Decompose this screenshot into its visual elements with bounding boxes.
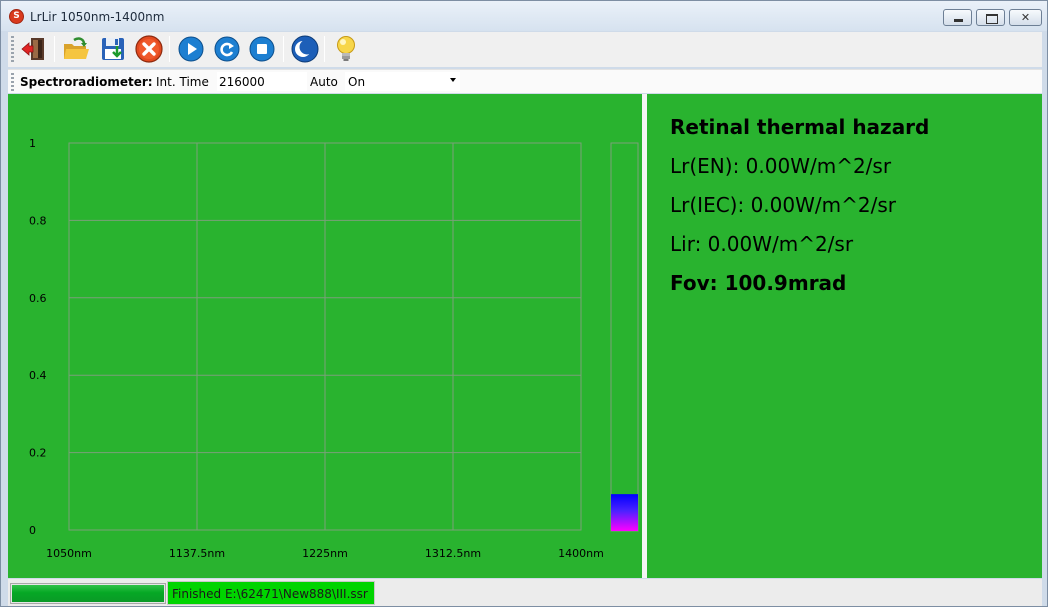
auto-select-value: On [348, 75, 366, 89]
save-button[interactable] [97, 33, 129, 65]
refresh-icon [214, 36, 240, 62]
int-time-label: Int. Time [156, 75, 209, 89]
toolbar-grip[interactable] [11, 73, 14, 91]
save-disk-icon [102, 38, 124, 60]
toolbar-separator [54, 36, 55, 62]
exit-door-icon [21, 38, 44, 60]
toolbar-grip[interactable] [11, 36, 14, 62]
x-tick-label: 1050nm [46, 547, 92, 560]
y-tick-label: 0.2 [29, 447, 47, 460]
minimize-button[interactable] [943, 9, 972, 26]
open-folder-icon [64, 37, 89, 59]
spectroradiometer-bar: Spectroradiometer: Int. Time Auto On [8, 69, 1042, 93]
play-button[interactable] [175, 33, 207, 65]
spectroradiometer-label: Spectroradiometer: [20, 75, 153, 89]
auto-select[interactable]: On [345, 72, 460, 91]
y-tick-label: 0.6 [29, 292, 47, 305]
lr-iec-value: Lr(IEC): 0.00W/m^2/sr [670, 193, 896, 217]
dropdown-arrow-icon [450, 78, 456, 82]
dark-mode-button[interactable] [289, 33, 321, 65]
status-message: Finished E:\62471\New888\III.ssr [167, 581, 375, 605]
window-title: LrLir 1050nm-1400nm [30, 10, 165, 24]
auto-label: Auto [310, 75, 338, 89]
spectrum-chart: 0 0.2 0.4 0.6 0.8 1 1050nm 1137.5nm 1225nm 1312.… [29, 137, 639, 560]
x-tick-label: 1137.5nm [169, 547, 225, 560]
stop-button[interactable] [246, 33, 278, 65]
app-window: S LrLir 1050nm-1400nm ✕ Spectroradiomete… [0, 0, 1048, 607]
open-button[interactable] [60, 33, 92, 65]
x-axis-ticks: 1050nm 1137.5nm 1225nm 1312.5nm 1400nm [46, 547, 604, 560]
cancel-button[interactable] [133, 33, 165, 65]
exit-button[interactable] [18, 33, 50, 65]
x-tick-label: 1312.5nm [425, 547, 481, 560]
y-tick-label: 0 [29, 524, 36, 537]
minimize-icon [944, 10, 971, 25]
lir-value: Lir: 0.00W/m^2/sr [670, 232, 854, 256]
toolbar-separator [169, 36, 170, 62]
refresh-button[interactable] [211, 33, 243, 65]
progress-bar [10, 583, 166, 604]
maximize-icon [977, 10, 1004, 25]
y-tick-label: 0.8 [29, 214, 47, 227]
color-bar-frame [610, 142, 639, 532]
chart-grid [68, 142, 582, 531]
close-button[interactable]: ✕ [1009, 9, 1042, 26]
fov-value: Fov: 100.9mrad [670, 271, 847, 295]
toolbar-separator [283, 36, 284, 62]
color-bar-level [611, 494, 638, 531]
y-tick-label: 1 [29, 137, 36, 150]
lr-en-value: Lr(EN): 0.00W/m^2/sr [670, 154, 892, 178]
dark-mode-moon-icon [291, 35, 319, 63]
progress-bar-fill [12, 585, 164, 602]
status-bar: Finished E:\62471\New888\III.ssr [8, 579, 1042, 606]
spectrum-chart-panel[interactable]: 0 0.2 0.4 0.6 0.8 1 1050nm 1137.5nm 1225nm 1312.… [8, 94, 642, 578]
toolbar-separator [324, 36, 325, 62]
hazard-info-panel: Retinal thermal hazard Lr(EN): 0.00W/m^2… [647, 94, 1042, 578]
hazard-title: Retinal thermal hazard [670, 115, 930, 139]
y-tick-label: 0.4 [29, 369, 47, 382]
x-tick-label: 1225nm [302, 547, 348, 560]
play-icon [178, 36, 204, 62]
stop-red-x-icon [135, 35, 163, 63]
toolbar [8, 32, 1042, 67]
int-time-input[interactable] [217, 72, 307, 91]
x-tick-label: 1400nm [558, 547, 604, 560]
close-icon: ✕ [1020, 11, 1031, 24]
y-axis-ticks: 0 0.2 0.4 0.6 0.8 1 [29, 137, 47, 537]
stop-square-icon [249, 36, 275, 62]
app-logo-icon: S [9, 9, 24, 24]
title-bar[interactable]: S LrLir 1050nm-1400nm ✕ [1, 1, 1047, 31]
lightbulb-button[interactable] [330, 33, 362, 65]
maximize-button[interactable] [976, 9, 1005, 26]
lightbulb-icon [337, 36, 355, 61]
